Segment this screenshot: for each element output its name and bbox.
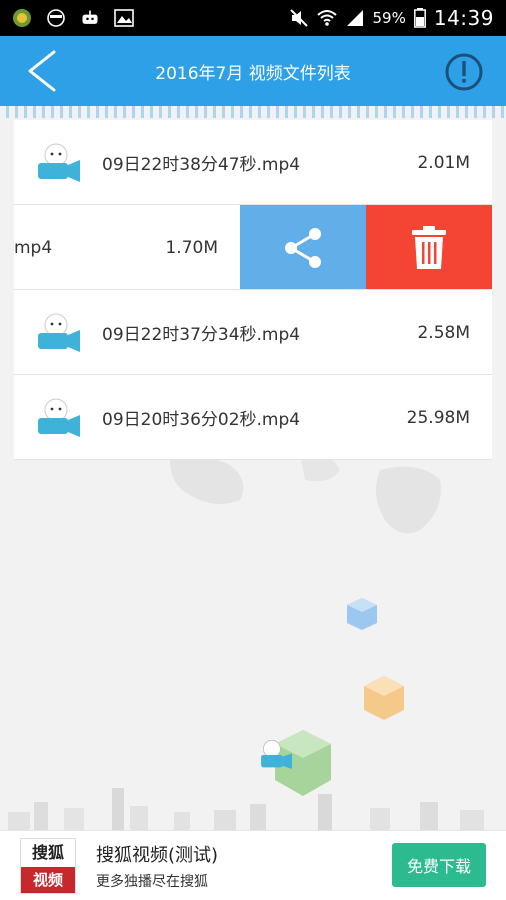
battery-icon <box>413 8 426 28</box>
back-chevron-icon[interactable] <box>20 48 64 94</box>
app-notification-icon <box>13 9 31 27</box>
face-icon <box>47 9 65 27</box>
wifi-icon <box>316 10 337 26</box>
share-icon <box>285 227 321 268</box>
file-name: 09日20时36分02秒.mp4 <box>102 410 301 430</box>
file-name: mp4 <box>14 237 53 258</box>
status-bar: 59% 14:39 <box>0 0 506 36</box>
free-download-button[interactable]: 免费下载 <box>392 843 486 887</box>
video-mascot-icon <box>38 313 80 352</box>
logo-top-text: 搜狐 <box>31 842 64 862</box>
world-map-background <box>170 454 441 534</box>
list-item[interactable]: 09日22时38分47秒.mp4 2.01M <box>14 120 492 205</box>
share-button[interactable] <box>240 205 366 289</box>
image-icon <box>114 9 134 27</box>
mascot-decoration <box>261 739 292 769</box>
blue-cube-decoration <box>347 598 377 630</box>
list-item[interactable]: 09日22时37分34秒.mp4 2.58M <box>14 290 492 375</box>
list-item[interactable]: 09日20时36分02秒.mp4 25.98M <box>14 375 492 460</box>
ad-title: 搜狐视频(测试) <box>96 844 219 866</box>
robot-icon <box>82 10 98 24</box>
file-name: 09日22时38分47秒.mp4 <box>102 155 301 175</box>
sohu-video-logo: 搜狐 视频 <box>20 837 76 894</box>
app-bar-edge <box>0 106 506 118</box>
ad-subtitle: 更多独播尽在搜狐 <box>96 873 208 890</box>
info-circle-icon[interactable] <box>444 52 484 92</box>
delete-button[interactable] <box>366 205 492 289</box>
video-file-list: 09日22时38分47秒.mp4 2.01M mp4 1.70M 09日22时3… <box>14 120 492 460</box>
app-bar: 2016年7月 视频文件列表 <box>0 36 506 106</box>
file-size: 1.70M <box>165 237 218 258</box>
file-name: 09日22时37分34秒.mp4 <box>102 325 301 345</box>
file-size: 2.58M <box>417 322 470 343</box>
video-mascot-icon <box>38 398 80 437</box>
file-size: 2.01M <box>417 152 470 173</box>
battery-percent: 59% <box>372 9 406 27</box>
ad-banner[interactable]: 搜狐 视频 搜狐视频(测试) 更多独播尽在搜狐 绿 免费下载 <box>0 830 506 900</box>
orange-cube-decoration <box>364 676 404 720</box>
file-size: 25.98M <box>406 407 470 428</box>
list-item-swiped[interactable]: mp4 1.70M <box>14 205 492 290</box>
video-mascot-icon <box>38 143 80 182</box>
city-skyline-decoration <box>8 788 484 832</box>
logo-bottom-text: 视频 <box>21 866 75 893</box>
signal-icon <box>346 10 363 26</box>
mute-icon <box>289 9 308 27</box>
page-title: 2016年7月 视频文件列表 <box>155 63 351 84</box>
clock: 14:39 <box>433 6 494 30</box>
trash-icon <box>412 225 446 269</box>
